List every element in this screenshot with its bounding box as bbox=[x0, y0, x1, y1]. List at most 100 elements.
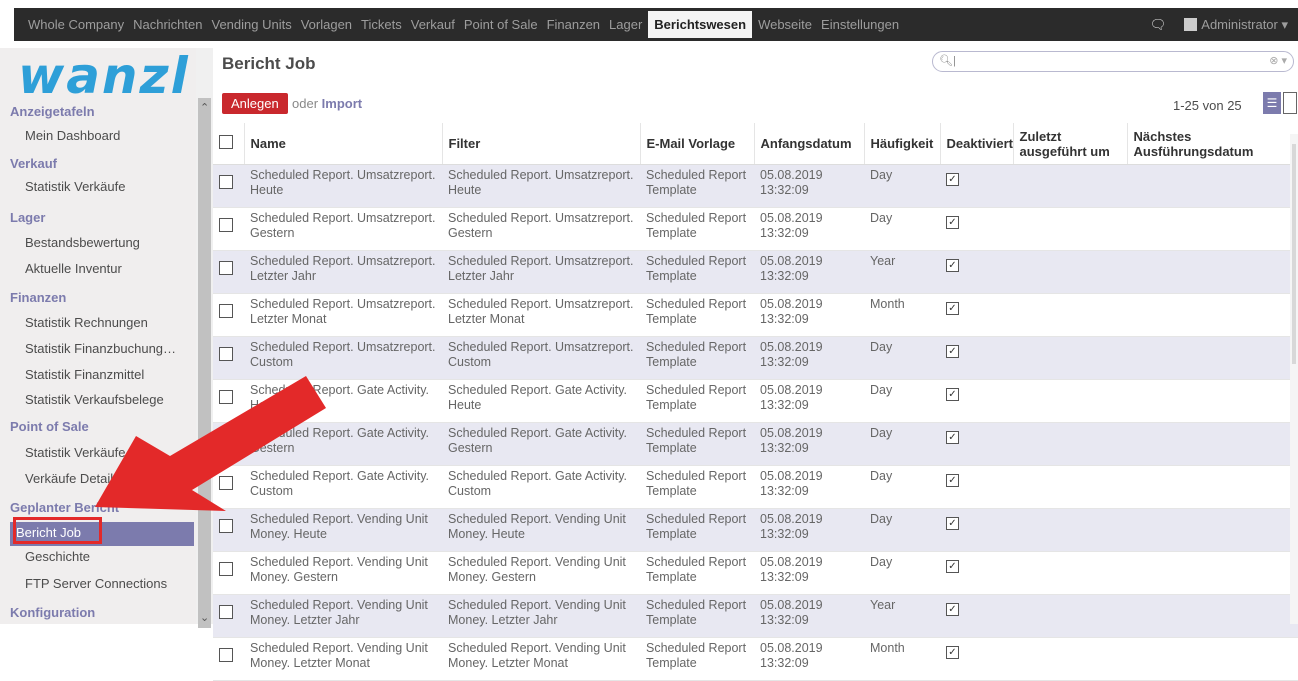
row-checkbox[interactable] bbox=[219, 218, 233, 232]
cell-filter[interactable]: Scheduled Report. Umsatzreport. Heute bbox=[442, 164, 640, 208]
table-row[interactable]: Scheduled Report. Umsatzreport. Letzter M… bbox=[213, 293, 1298, 337]
cell-email-template[interactable]: Scheduled Report Template bbox=[640, 207, 754, 251]
cell-start-date[interactable]: 05.08.2019 13:32:09 bbox=[754, 379, 864, 423]
cell-start-date[interactable]: 05.08.2019 13:32:09 bbox=[754, 422, 864, 466]
cell-last-run[interactable] bbox=[1013, 293, 1127, 337]
table-row[interactable]: Scheduled Report. Gate Activity. Heute Sch… bbox=[213, 379, 1298, 423]
list-view-icon[interactable]: ☰ bbox=[1263, 92, 1281, 114]
cell-email-template[interactable]: Scheduled Report Template bbox=[640, 250, 754, 294]
cell-start-date[interactable]: 05.08.2019 13:32:09 bbox=[754, 508, 864, 552]
row-checkbox[interactable] bbox=[219, 519, 233, 533]
cell-next-run[interactable] bbox=[1127, 164, 1298, 208]
cell-start-date[interactable]: 05.08.2019 13:32:09 bbox=[754, 207, 864, 251]
row-checkbox[interactable] bbox=[219, 347, 233, 361]
menu-item-berichtswesen[interactable]: Berichtswesen bbox=[648, 11, 753, 38]
cell-frequency[interactable]: Day bbox=[864, 379, 940, 423]
sidebar-item-mein-dashboard[interactable]: Mein Dashboard bbox=[25, 128, 120, 143]
cell-filter[interactable]: Scheduled Report. Gate Activity. Heute bbox=[442, 379, 640, 423]
sidebar-item-geschichte[interactable]: Geschichte bbox=[25, 549, 90, 564]
row-checkbox[interactable] bbox=[219, 476, 233, 490]
row-checkbox[interactable] bbox=[219, 304, 233, 318]
cell-name[interactable]: Scheduled Report. Gate Activity. Gestern bbox=[244, 422, 442, 466]
column-header-name[interactable]: Name bbox=[243, 123, 442, 165]
column-header-deactivated[interactable]: Deaktiviert bbox=[939, 123, 1013, 165]
menu-item-whole-company[interactable]: Whole Company bbox=[28, 17, 124, 32]
chevron-down-icon[interactable]: ⌄ bbox=[200, 611, 209, 624]
pager[interactable]: 1-25 von 25 bbox=[1173, 98, 1242, 113]
sidebar-item-statistik-verkaufsbelege[interactable]: Statistik Verkaufsbelege bbox=[25, 392, 164, 407]
cell-last-run[interactable] bbox=[1013, 379, 1127, 423]
cell-start-date[interactable]: 05.08.2019 13:32:09 bbox=[754, 164, 864, 208]
cell-name[interactable]: Scheduled Report. Vending Unit Money. Heu… bbox=[244, 508, 442, 552]
cell-email-template[interactable]: Scheduled Report Template bbox=[640, 551, 754, 595]
cell-last-run[interactable] bbox=[1013, 207, 1127, 251]
menu-item-nachrichten[interactable]: Nachrichten bbox=[133, 17, 202, 32]
cell-name[interactable]: Scheduled Report. Umsatzreport. Custom bbox=[244, 336, 442, 380]
cell-name[interactable]: Scheduled Report. Vending Unit Money. Let… bbox=[244, 637, 442, 681]
column-header-filter[interactable]: Filter bbox=[441, 123, 640, 165]
row-checkbox[interactable] bbox=[219, 562, 233, 576]
cell-email-template[interactable]: Scheduled Report Template bbox=[640, 164, 754, 208]
cell-filter[interactable]: Scheduled Report. Vending Unit Money. Heu… bbox=[442, 508, 640, 552]
cell-filter[interactable]: Scheduled Report. Gate Activity. Gestern bbox=[442, 422, 640, 466]
cell-start-date[interactable]: 05.08.2019 13:32:09 bbox=[754, 551, 864, 595]
cell-frequency[interactable]: Day bbox=[864, 422, 940, 466]
row-checkbox[interactable] bbox=[219, 648, 233, 662]
menu-item-vending-units[interactable]: Vending Units bbox=[211, 17, 291, 32]
table-row[interactable]: Scheduled Report. Vending Unit Money. Let… bbox=[213, 594, 1298, 638]
menu-item-point-of-sale[interactable]: Point of Sale bbox=[464, 17, 538, 32]
row-checkbox[interactable] bbox=[219, 605, 233, 619]
user-menu[interactable]: Administrator ▾ bbox=[1201, 17, 1288, 33]
sidebar-section-anzeigetafeln[interactable]: Anzeigetafeln bbox=[10, 104, 95, 119]
menu-item-verkauf[interactable]: Verkauf bbox=[411, 17, 455, 32]
cell-start-date[interactable]: 05.08.2019 13:32:09 bbox=[754, 250, 864, 294]
row-checkbox[interactable] bbox=[219, 175, 233, 189]
cell-email-template[interactable]: Scheduled Report Template bbox=[640, 637, 754, 681]
table-row[interactable]: Scheduled Report. Umsatzreport. Heute Sche… bbox=[213, 164, 1298, 208]
menu-item-lager[interactable]: Lager bbox=[609, 17, 642, 32]
cell-last-run[interactable] bbox=[1013, 637, 1127, 681]
cell-frequency[interactable]: Day bbox=[864, 465, 940, 509]
sidebar-item-ftp-server-connections[interactable]: FTP Server Connections bbox=[25, 576, 167, 591]
table-row[interactable]: Scheduled Report. Vending Unit Money. Ges… bbox=[213, 551, 1298, 595]
cell-last-run[interactable] bbox=[1013, 164, 1127, 208]
cell-name[interactable]: Scheduled Report. Vending Unit Money. Ges… bbox=[244, 551, 442, 595]
sidebar-section-finanzen[interactable]: Finanzen bbox=[10, 290, 66, 305]
cell-email-template[interactable]: Scheduled Report Template bbox=[640, 379, 754, 423]
cell-filter[interactable]: Scheduled Report. Vending Unit Money. Let… bbox=[442, 594, 640, 638]
cell-frequency[interactable]: Day bbox=[864, 207, 940, 251]
menu-item-finanzen[interactable]: Finanzen bbox=[547, 17, 600, 32]
sidebar-item-statistik-finanzbuchung-[interactable]: Statistik Finanzbuchung… bbox=[25, 341, 176, 356]
cell-next-run[interactable] bbox=[1127, 422, 1298, 466]
cell-next-run[interactable] bbox=[1127, 465, 1298, 509]
cell-next-run[interactable] bbox=[1127, 207, 1298, 251]
cell-filter[interactable]: Scheduled Report. Umsatzreport. Letzter M… bbox=[442, 293, 640, 337]
cell-frequency[interactable]: Month bbox=[864, 293, 940, 337]
cell-name[interactable]: Scheduled Report. Gate Activity. Custom bbox=[244, 465, 442, 509]
select-all-checkbox[interactable] bbox=[219, 135, 233, 149]
table-scrollbar[interactable] bbox=[1290, 134, 1298, 624]
table-scrollbar-thumb[interactable] bbox=[1292, 144, 1296, 364]
create-button[interactable]: Anlegen bbox=[222, 93, 288, 114]
cell-last-run[interactable] bbox=[1013, 250, 1127, 294]
cell-filter[interactable]: Scheduled Report. Umsatzreport. Gestern bbox=[442, 207, 640, 251]
sidebar-section-konfiguration[interactable]: Konfiguration bbox=[10, 605, 95, 620]
chat-icon[interactable]: 🗨 bbox=[1150, 17, 1167, 33]
cell-start-date[interactable]: 05.08.2019 13:32:09 bbox=[754, 465, 864, 509]
cell-last-run[interactable] bbox=[1013, 465, 1127, 509]
form-view-icon[interactable] bbox=[1283, 92, 1297, 114]
cell-filter[interactable]: Scheduled Report. Vending Unit Money. Ges… bbox=[442, 551, 640, 595]
cell-last-run[interactable] bbox=[1013, 594, 1127, 638]
row-checkbox[interactable] bbox=[219, 390, 233, 404]
cell-filter[interactable]: Scheduled Report. Gate Activity. Custom bbox=[442, 465, 640, 509]
cell-next-run[interactable] bbox=[1127, 508, 1298, 552]
cell-email-template[interactable]: Scheduled Report Template bbox=[640, 293, 754, 337]
cell-frequency[interactable]: Day bbox=[864, 508, 940, 552]
column-header-frequency[interactable]: Häufigkeit bbox=[863, 123, 940, 165]
cell-name[interactable]: Scheduled Report. Vending Unit Money. Let… bbox=[244, 594, 442, 638]
import-link[interactable]: Import bbox=[322, 96, 362, 111]
sidebar-item-statistik-verkäufe[interactable]: Statistik Verkäufe bbox=[25, 179, 125, 194]
search-input[interactable]: 🔍︎| ⊗ ▾ bbox=[932, 51, 1294, 72]
table-row[interactable]: Scheduled Report. Umsatzreport. Custom Sch… bbox=[213, 336, 1298, 380]
cell-next-run[interactable] bbox=[1127, 250, 1298, 294]
